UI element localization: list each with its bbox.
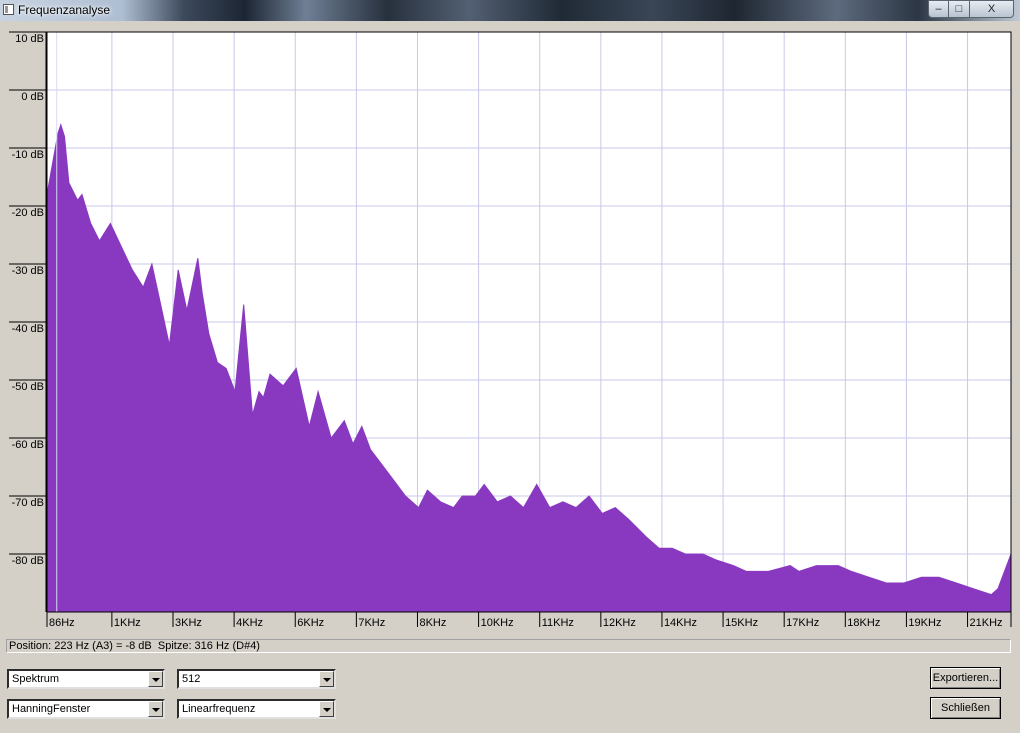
axis-value: Linearfrequenz xyxy=(182,703,256,715)
y-tick-label: -80 dB xyxy=(12,555,44,567)
y-tick-label: -40 dB xyxy=(12,323,44,335)
x-tick-label: 18KHz xyxy=(847,617,880,627)
x-tick-label: 3KHz xyxy=(175,617,202,627)
axis-select[interactable]: Linearfrequenz xyxy=(177,699,336,719)
app-icon xyxy=(3,4,14,15)
y-tick-label: -30 dB xyxy=(12,265,44,277)
title-bar[interactable]: Frequenzanalyse ‒ □ X xyxy=(0,0,1020,21)
close-button[interactable]: Schließen xyxy=(930,697,1001,719)
x-tick-label: 15KHz xyxy=(725,617,758,627)
x-tick-label: 7KHz xyxy=(358,617,385,627)
x-tick-label: 10KHz xyxy=(481,617,514,627)
y-tick-label: -60 dB xyxy=(12,439,44,451)
y-tick-label: -10 dB xyxy=(12,149,44,161)
y-tick-label: -20 dB xyxy=(12,207,44,219)
y-tick-label: -70 dB xyxy=(12,497,44,509)
chevron-down-icon[interactable] xyxy=(319,671,334,687)
chevron-down-icon[interactable] xyxy=(148,701,163,717)
spectrum-plot[interactable]: 10 dB 0 dB -10 dB -20 dB -30 dB -40 dB -50 dB -… xyxy=(0,21,1020,629)
window-function-select[interactable]: HanningFenster xyxy=(7,699,165,719)
y-tick-label: 10 dB xyxy=(15,33,44,45)
x-tick-label: 21KHz xyxy=(970,617,1003,627)
window-title: Frequenzanalyse xyxy=(18,3,111,17)
size-value: 512 xyxy=(182,673,201,685)
spectrum-chart[interactable]: 10 dB 0 dB -10 dB -20 dB -30 dB -40 dB -50 dB -… xyxy=(0,21,1020,629)
y-tick-label: 0 dB xyxy=(21,91,44,103)
maximize-button[interactable]: □ xyxy=(949,0,970,18)
y-tick-label: -50 dB xyxy=(12,381,44,393)
chevron-down-icon[interactable] xyxy=(319,701,334,717)
close-icon: X xyxy=(987,3,996,15)
minimize-icon: ‒ xyxy=(935,3,942,15)
chevron-down-icon[interactable] xyxy=(148,671,163,687)
algorithm-value: Spektrum xyxy=(12,673,60,685)
maximize-icon: □ xyxy=(955,3,963,15)
x-tick-label: 4KHz xyxy=(236,617,263,627)
x-tick-label: 17KHz xyxy=(786,617,819,627)
x-tick-label: 1KHz xyxy=(114,617,141,627)
algorithm-select[interactable]: Spektrum xyxy=(7,669,165,689)
close-window-button[interactable]: X xyxy=(970,0,1014,18)
x-tick-label: 19KHz xyxy=(908,617,941,627)
x-tick-label: 14KHz xyxy=(664,617,697,627)
window-controls: ‒ □ X xyxy=(928,0,1014,18)
x-tick-label: 6KHz xyxy=(297,617,324,627)
x-tick-label: 86Hz xyxy=(49,617,75,627)
status-bar: Position: 223 Hz (A3) = -8 dB Spitze: 31… xyxy=(6,639,1011,653)
size-select[interactable]: 512 xyxy=(177,669,336,689)
x-tick-label: 11KHz xyxy=(542,617,574,627)
x-tick-label: 12KHz xyxy=(603,617,636,627)
minimize-button[interactable]: ‒ xyxy=(928,0,949,18)
window-function-value: HanningFenster xyxy=(12,703,91,715)
export-button[interactable]: Exportieren... xyxy=(930,667,1001,689)
x-tick-label: 8KHz xyxy=(419,617,446,627)
